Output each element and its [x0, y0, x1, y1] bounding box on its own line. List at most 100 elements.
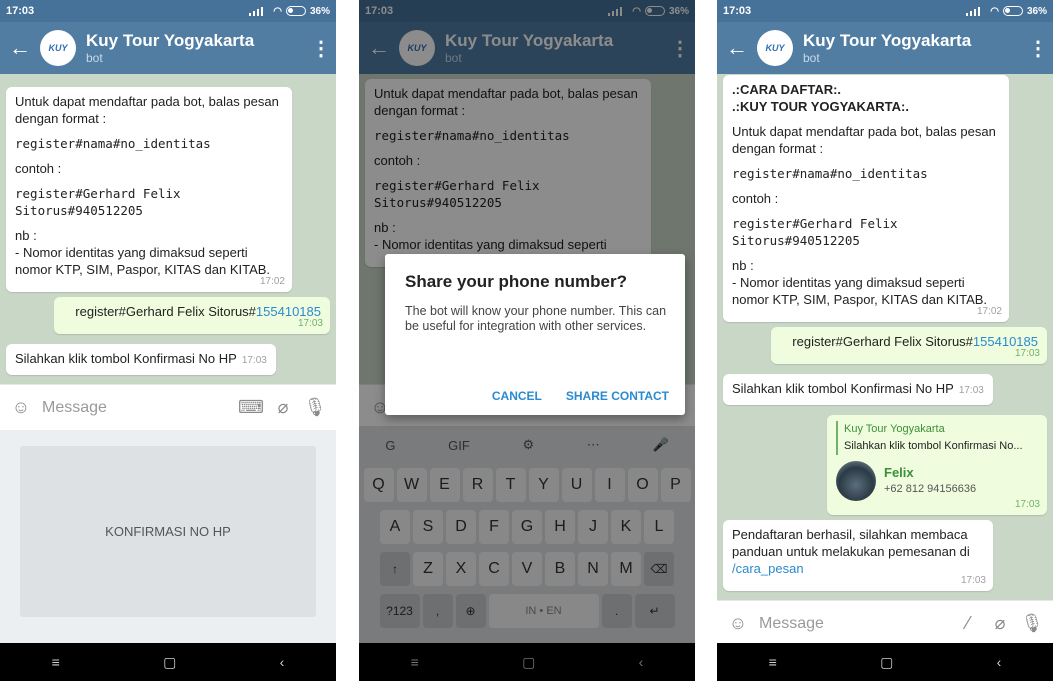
message-time: 17:02	[259, 276, 285, 287]
screen-registered: 17:03 ◠ 36% ← KUY Kuy Tour Yogyakarta bo…	[717, 0, 1053, 681]
quoted-text: Silahkan klik tombol Konfirmasi No...	[844, 440, 1023, 452]
message-example: register#Gerhard Felix Sitorus#940512205	[732, 216, 898, 248]
bot-keyboard: KONFIRMASI NO HP	[0, 430, 336, 643]
message-example: register#Gerhard Felix Sitorus#940512205	[15, 186, 181, 218]
bot-avatar[interactable]: KUY	[40, 30, 76, 66]
battery-level: 36%	[1026, 5, 1047, 17]
message-time: 17:03	[241, 355, 267, 366]
microphone-icon[interactable]: 🎙	[1021, 613, 1044, 635]
share-phone-dialog: Share your phone number? The bot will kn…	[385, 254, 685, 415]
chat-title: Kuy Tour Yogyakarta	[803, 31, 972, 50]
more-menu-icon[interactable]: ⋮	[1023, 36, 1053, 61]
contact-avatar	[836, 461, 876, 501]
attach-icon[interactable]: ⌀	[272, 397, 294, 419]
more-menu-icon[interactable]: ⋮	[306, 36, 336, 61]
message-text: register#Gerhard Felix Sitorus#	[75, 304, 256, 319]
message-time: 17:03	[297, 318, 323, 329]
microphone-icon[interactable]: 🎙	[304, 397, 327, 419]
message-text: Pendaftaran berhasil, silahkan membaca p…	[732, 527, 970, 559]
status-time: 17:03	[6, 5, 35, 17]
success-message: Pendaftaran berhasil, silahkan membaca p…	[723, 520, 993, 591]
message-composer: ☺ Message ⁄ ⌀ 🎙	[717, 600, 1053, 646]
outgoing-message: register#Gerhard Felix Sitorus#155410185…	[771, 327, 1047, 364]
home-nav-icon[interactable]: ▢	[163, 654, 176, 671]
bot-reply-message: Silahkan klik tombol Konfirmasi No HP 17:…	[6, 344, 276, 375]
bot-keyboard-icon[interactable]: ⌨	[238, 397, 264, 419]
dialog-body: The bot will know your phone number. Thi…	[405, 304, 667, 333]
menu-nav-icon[interactable]: ≡	[52, 654, 60, 670]
message-text: Untuk dapat mendaftar pada bot, balas pe…	[15, 94, 279, 126]
message-input[interactable]: Message	[42, 399, 230, 417]
message-input[interactable]: Message	[759, 615, 947, 633]
status-time: 17:03	[723, 5, 752, 17]
contact-phone: +62 812 94156636	[884, 483, 977, 495]
bot-info-message: Untuk dapat mendaftar pada bot, balas pe…	[6, 87, 292, 292]
contact-name: Felix	[884, 465, 914, 480]
screen-share-dialog: 17:03 ◠ 36% ← KUY Kuy Tour Yogyakarta bo…	[359, 0, 695, 681]
quoted-sender: Kuy Tour Yogyakarta	[844, 423, 945, 435]
message-time: 17:03	[958, 385, 984, 396]
battery-icon	[285, 6, 306, 16]
dialog-title: Share your phone number?	[405, 272, 627, 291]
signal-icon	[249, 6, 269, 16]
screen-register: 17:03 ◠ 36% ← KUY Kuy Tour Yogyakarta bo…	[0, 0, 336, 681]
bot-avatar[interactable]: KUY	[757, 30, 793, 66]
outgoing-message: register#Gerhard Felix Sitorus#155410185…	[54, 297, 330, 334]
message-time: 17:03	[1014, 348, 1040, 359]
signal-icon	[966, 6, 986, 16]
share-contact-button[interactable]: SHARE CONTACT	[566, 389, 669, 403]
status-bar: 17:03 ◠ 36%	[0, 0, 336, 22]
message-text: - Nomor identitas yang dimaksud seperti …	[15, 245, 271, 277]
message-time: 17:03	[1014, 499, 1040, 510]
message-time: 17:02	[976, 306, 1002, 317]
command-icon[interactable]: ⁄	[957, 613, 979, 635]
chat-header: ← KUY Kuy Tour Yogyakarta bot ⋮	[717, 22, 1053, 74]
message-composer: ☺ Message ⌨ ⌀ 🎙	[0, 384, 336, 430]
chat-title-area[interactable]: Kuy Tour Yogyakarta bot	[803, 31, 1023, 65]
back-arrow-icon[interactable]: ←	[0, 35, 40, 61]
shared-contact-message: Kuy Tour Yogyakarta Silahkan klik tombol…	[827, 415, 1047, 515]
message-text: contoh :	[732, 191, 779, 206]
chat-subtitle: bot	[86, 51, 103, 65]
message-time: 17:03	[960, 575, 986, 586]
cancel-button[interactable]: CANCEL	[492, 389, 542, 403]
message-text: contoh :	[15, 161, 62, 176]
chat-title-area[interactable]: Kuy Tour Yogyakarta bot	[86, 31, 306, 65]
message-heading: .:KUY TOUR YOGYAKARTA:.	[732, 99, 909, 114]
message-text: Silahkan klik tombol Konfirmasi No HP	[732, 381, 954, 396]
message-text: nb :	[732, 258, 754, 273]
command-link[interactable]: /cara_pesan	[732, 561, 804, 576]
message-text: Untuk dapat mendaftar pada bot, balas pe…	[732, 124, 996, 156]
battery-level: 36%	[309, 5, 330, 17]
message-format: register#nama#no_identitas	[732, 166, 928, 181]
message-text: nb :	[15, 228, 37, 243]
menu-nav-icon[interactable]: ≡	[769, 654, 777, 670]
chat-header: ← KUY Kuy Tour Yogyakarta bot ⋮	[0, 22, 336, 74]
status-bar: 17:03 ◠ 36%	[717, 0, 1053, 22]
wifi-icon: ◠	[273, 5, 282, 17]
wifi-icon: ◠	[990, 5, 999, 17]
emoji-icon[interactable]: ☺	[727, 613, 749, 635]
home-nav-icon[interactable]: ▢	[880, 654, 893, 671]
back-nav-icon[interactable]: ‹	[280, 654, 285, 670]
bot-reply-message: Silahkan klik tombol Konfirmasi No HP 17:…	[723, 374, 993, 405]
navigation-bar: ≡ ▢ ‹	[717, 643, 1053, 681]
chat-title: Kuy Tour Yogyakarta	[86, 31, 255, 50]
attach-icon[interactable]: ⌀	[989, 613, 1011, 635]
message-text: register#Gerhard Felix Sitorus#	[792, 334, 973, 349]
message-text: - Nomor identitas yang dimaksud seperti …	[732, 275, 988, 307]
bot-info-message: .:CARA DAFTAR:. .:KUY TOUR YOGYAKARTA:. …	[723, 75, 1009, 322]
message-text: Silahkan klik tombol Konfirmasi No HP	[15, 351, 237, 366]
navigation-bar: ≡ ▢ ‹	[0, 643, 336, 681]
message-heading: .:CARA DAFTAR:.	[732, 82, 842, 97]
chat-area[interactable]: Untuk dapat mendaftar pada bot, balas pe…	[0, 74, 336, 384]
contact-card[interactable]: Felix +62 812 94156636	[836, 461, 1038, 501]
chat-area[interactable]: .:CARA DAFTAR:. .:KUY TOUR YOGYAKARTA:. …	[717, 74, 1053, 600]
emoji-icon[interactable]: ☺	[10, 397, 32, 419]
back-arrow-icon[interactable]: ←	[717, 35, 757, 61]
quoted-reply[interactable]: Kuy Tour Yogyakarta Silahkan klik tombol…	[836, 421, 1038, 455]
message-format: register#nama#no_identitas	[15, 136, 211, 151]
back-nav-icon[interactable]: ‹	[997, 654, 1002, 670]
confirm-phone-button[interactable]: KONFIRMASI NO HP	[20, 446, 316, 617]
chat-subtitle: bot	[803, 51, 820, 65]
